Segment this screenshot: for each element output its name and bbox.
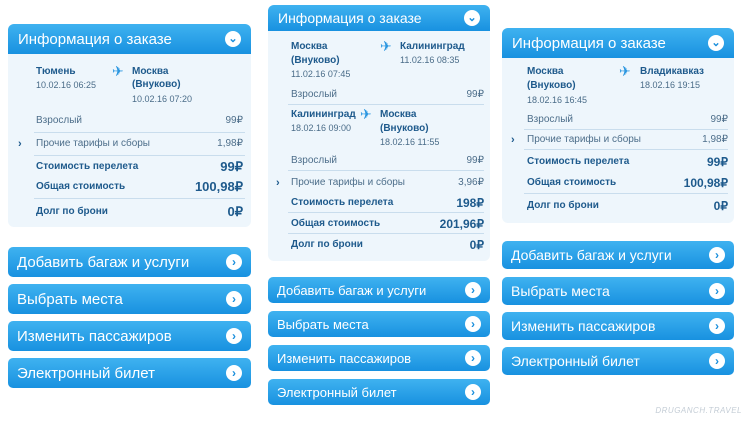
departure-airport: (Внуково) bbox=[527, 80, 576, 91]
other-fees-label[interactable]: Прочие тарифы и сборы bbox=[36, 138, 150, 150]
other-fees-price: 3,96₽ bbox=[458, 177, 484, 188]
change-passengers-button[interactable]: Изменить пассажиров › bbox=[268, 345, 490, 371]
seg2-adult-fare-label: Взрослый bbox=[291, 155, 337, 166]
arrival-datetime: 10.02.16 07:20 bbox=[132, 94, 193, 104]
adult-fare-label: Взрослый bbox=[527, 114, 573, 125]
chevron-right-small-icon[interactable]: › bbox=[18, 138, 22, 150]
flight-cost-label: Стоимость перелета bbox=[36, 161, 139, 172]
chevron-right-icon: › bbox=[709, 353, 725, 369]
seg1-departure-city: Москва bbox=[291, 41, 328, 52]
flight-cost-value: 198₽ bbox=[456, 196, 484, 210]
seg1-adult-fare-price: 99₽ bbox=[466, 89, 485, 100]
other-fees-price: 1,98₽ bbox=[217, 138, 243, 149]
seg1-departure-airport: (Внуково) bbox=[291, 55, 340, 66]
chevron-right-icon: › bbox=[226, 328, 242, 344]
seg2-arrival-datetime: 18.02.16 11:55 bbox=[380, 137, 440, 147]
chevron-right-icon: › bbox=[226, 254, 242, 270]
watermark: DRUGANCH.TRAVEL bbox=[655, 406, 742, 415]
airplane-icon: ✈ bbox=[380, 38, 392, 54]
e-ticket-button[interactable]: Электронный билет › bbox=[8, 358, 251, 388]
seg2-arrival-airport: (Внуково) bbox=[380, 123, 429, 134]
adult-fare-price: 99₽ bbox=[710, 114, 729, 125]
order-info-panel-2: Информация о заказе ⌄ Москва (Внуково) 1… bbox=[268, 5, 490, 261]
chevron-right-icon: › bbox=[709, 318, 725, 334]
chevron-right-icon: › bbox=[709, 247, 725, 263]
total-cost-label: Общая стоимость bbox=[36, 181, 126, 192]
order-info-header[interactable]: Информация о заказе ⌄ bbox=[8, 24, 251, 54]
booking-debt-value: 0₽ bbox=[713, 199, 728, 213]
chevron-right-icon: › bbox=[465, 350, 481, 366]
departure-city: Москва bbox=[527, 66, 564, 77]
arrival-city: Москва bbox=[132, 66, 169, 77]
chevron-down-icon[interactable]: ⌄ bbox=[464, 10, 480, 26]
chevron-right-icon: › bbox=[709, 283, 725, 299]
booking-debt-value: 0₽ bbox=[227, 204, 243, 219]
chevron-down-icon[interactable]: ⌄ bbox=[708, 35, 724, 51]
flight-cost-value: 99₽ bbox=[707, 155, 728, 169]
change-passengers-button[interactable]: Изменить пассажиров › bbox=[502, 312, 734, 340]
seg1-departure-datetime: 11.02.16 07:45 bbox=[291, 69, 351, 79]
choose-seats-button[interactable]: Выбрать места › bbox=[8, 284, 251, 314]
booking-debt-label: Долг по брони bbox=[36, 206, 108, 217]
order-info-panel-1: Информация о заказе ⌄ Тюмень 10.02.16 06… bbox=[8, 24, 251, 227]
order-info-header[interactable]: Информация о заказе ⌄ bbox=[268, 5, 490, 31]
total-cost-label: Общая стоимость bbox=[527, 177, 617, 188]
total-cost-value: 201,96₽ bbox=[439, 217, 484, 231]
seg2-arrival-city: Москва bbox=[380, 109, 417, 120]
chevron-right-icon: › bbox=[226, 291, 242, 307]
chevron-right-icon: › bbox=[465, 282, 481, 298]
arrival-airport: (Внуково) bbox=[132, 79, 181, 90]
departure-datetime: 10.02.16 06:25 bbox=[36, 80, 97, 90]
seg2-adult-fare-price: 99₽ bbox=[466, 155, 485, 166]
booking-debt-label: Долг по брони bbox=[527, 200, 599, 211]
order-info-title: Информация о заказе bbox=[278, 10, 422, 26]
flight-cost-label: Стоимость перелета bbox=[291, 197, 394, 208]
total-cost-value: 100,98₽ bbox=[683, 176, 728, 190]
add-baggage-button[interactable]: Добавить багаж и услуги › bbox=[268, 277, 490, 303]
order-info-panel-3: Информация о заказе ⌄ Москва (Внуково) 1… bbox=[502, 28, 734, 223]
adult-fare-price: 99₽ bbox=[225, 115, 244, 126]
airplane-icon: ✈ bbox=[619, 63, 631, 79]
airplane-icon: ✈ bbox=[360, 106, 372, 122]
chevron-right-icon: › bbox=[465, 384, 481, 400]
chevron-right-small-icon[interactable]: › bbox=[276, 177, 280, 189]
choose-seats-button[interactable]: Выбрать места › bbox=[268, 311, 490, 337]
add-baggage-button[interactable]: Добавить багаж и услуги › bbox=[8, 247, 251, 277]
chevron-down-icon[interactable]: ⌄ bbox=[225, 31, 241, 47]
order-info-title: Информация о заказе bbox=[18, 30, 172, 48]
adult-fare-label: Взрослый bbox=[36, 115, 82, 126]
e-ticket-button[interactable]: Электронный билет › bbox=[268, 379, 490, 405]
seg2-departure-datetime: 18.02.16 09:00 bbox=[291, 123, 352, 133]
seg1-arrival-city: Калининград bbox=[400, 41, 465, 52]
booking-debt-label: Долг по брони bbox=[291, 239, 363, 250]
chevron-right-small-icon[interactable]: › bbox=[511, 134, 515, 146]
arrival-city: Владикавказ bbox=[640, 66, 705, 77]
departure-city: Тюмень bbox=[36, 66, 76, 77]
seg2-departure-city: Калининград bbox=[291, 109, 356, 120]
add-baggage-button[interactable]: Добавить багаж и услуги › bbox=[502, 241, 734, 269]
airplane-icon: ✈ bbox=[112, 63, 124, 79]
flight-cost-label: Стоимость перелета bbox=[527, 156, 630, 167]
chevron-right-icon: › bbox=[465, 316, 481, 332]
e-ticket-button[interactable]: Электронный билет › bbox=[502, 347, 734, 375]
choose-seats-button[interactable]: Выбрать места › bbox=[502, 277, 734, 305]
arrival-datetime: 18.02.16 19:15 bbox=[640, 80, 701, 90]
seg1-arrival-datetime: 11.02.16 08:35 bbox=[400, 55, 460, 65]
other-fees-label[interactable]: Прочие тарифы и сборы bbox=[291, 177, 405, 189]
total-cost-label: Общая стоимость bbox=[291, 218, 381, 229]
flight-cost-value: 99₽ bbox=[220, 159, 243, 174]
seg1-adult-fare-label: Взрослый bbox=[291, 89, 337, 100]
order-info-title: Информация о заказе bbox=[512, 34, 666, 52]
departure-datetime: 18.02.16 16:45 bbox=[527, 95, 588, 105]
total-cost-value: 100,98₽ bbox=[194, 179, 243, 194]
chevron-right-icon: › bbox=[226, 365, 242, 381]
other-fees-price: 1,98₽ bbox=[702, 134, 728, 145]
booking-debt-value: 0₽ bbox=[469, 238, 484, 252]
order-info-header[interactable]: Информация о заказе ⌄ bbox=[502, 28, 734, 58]
change-passengers-button[interactable]: Изменить пассажиров › bbox=[8, 321, 251, 351]
other-fees-label[interactable]: Прочие тарифы и сборы bbox=[527, 134, 641, 146]
